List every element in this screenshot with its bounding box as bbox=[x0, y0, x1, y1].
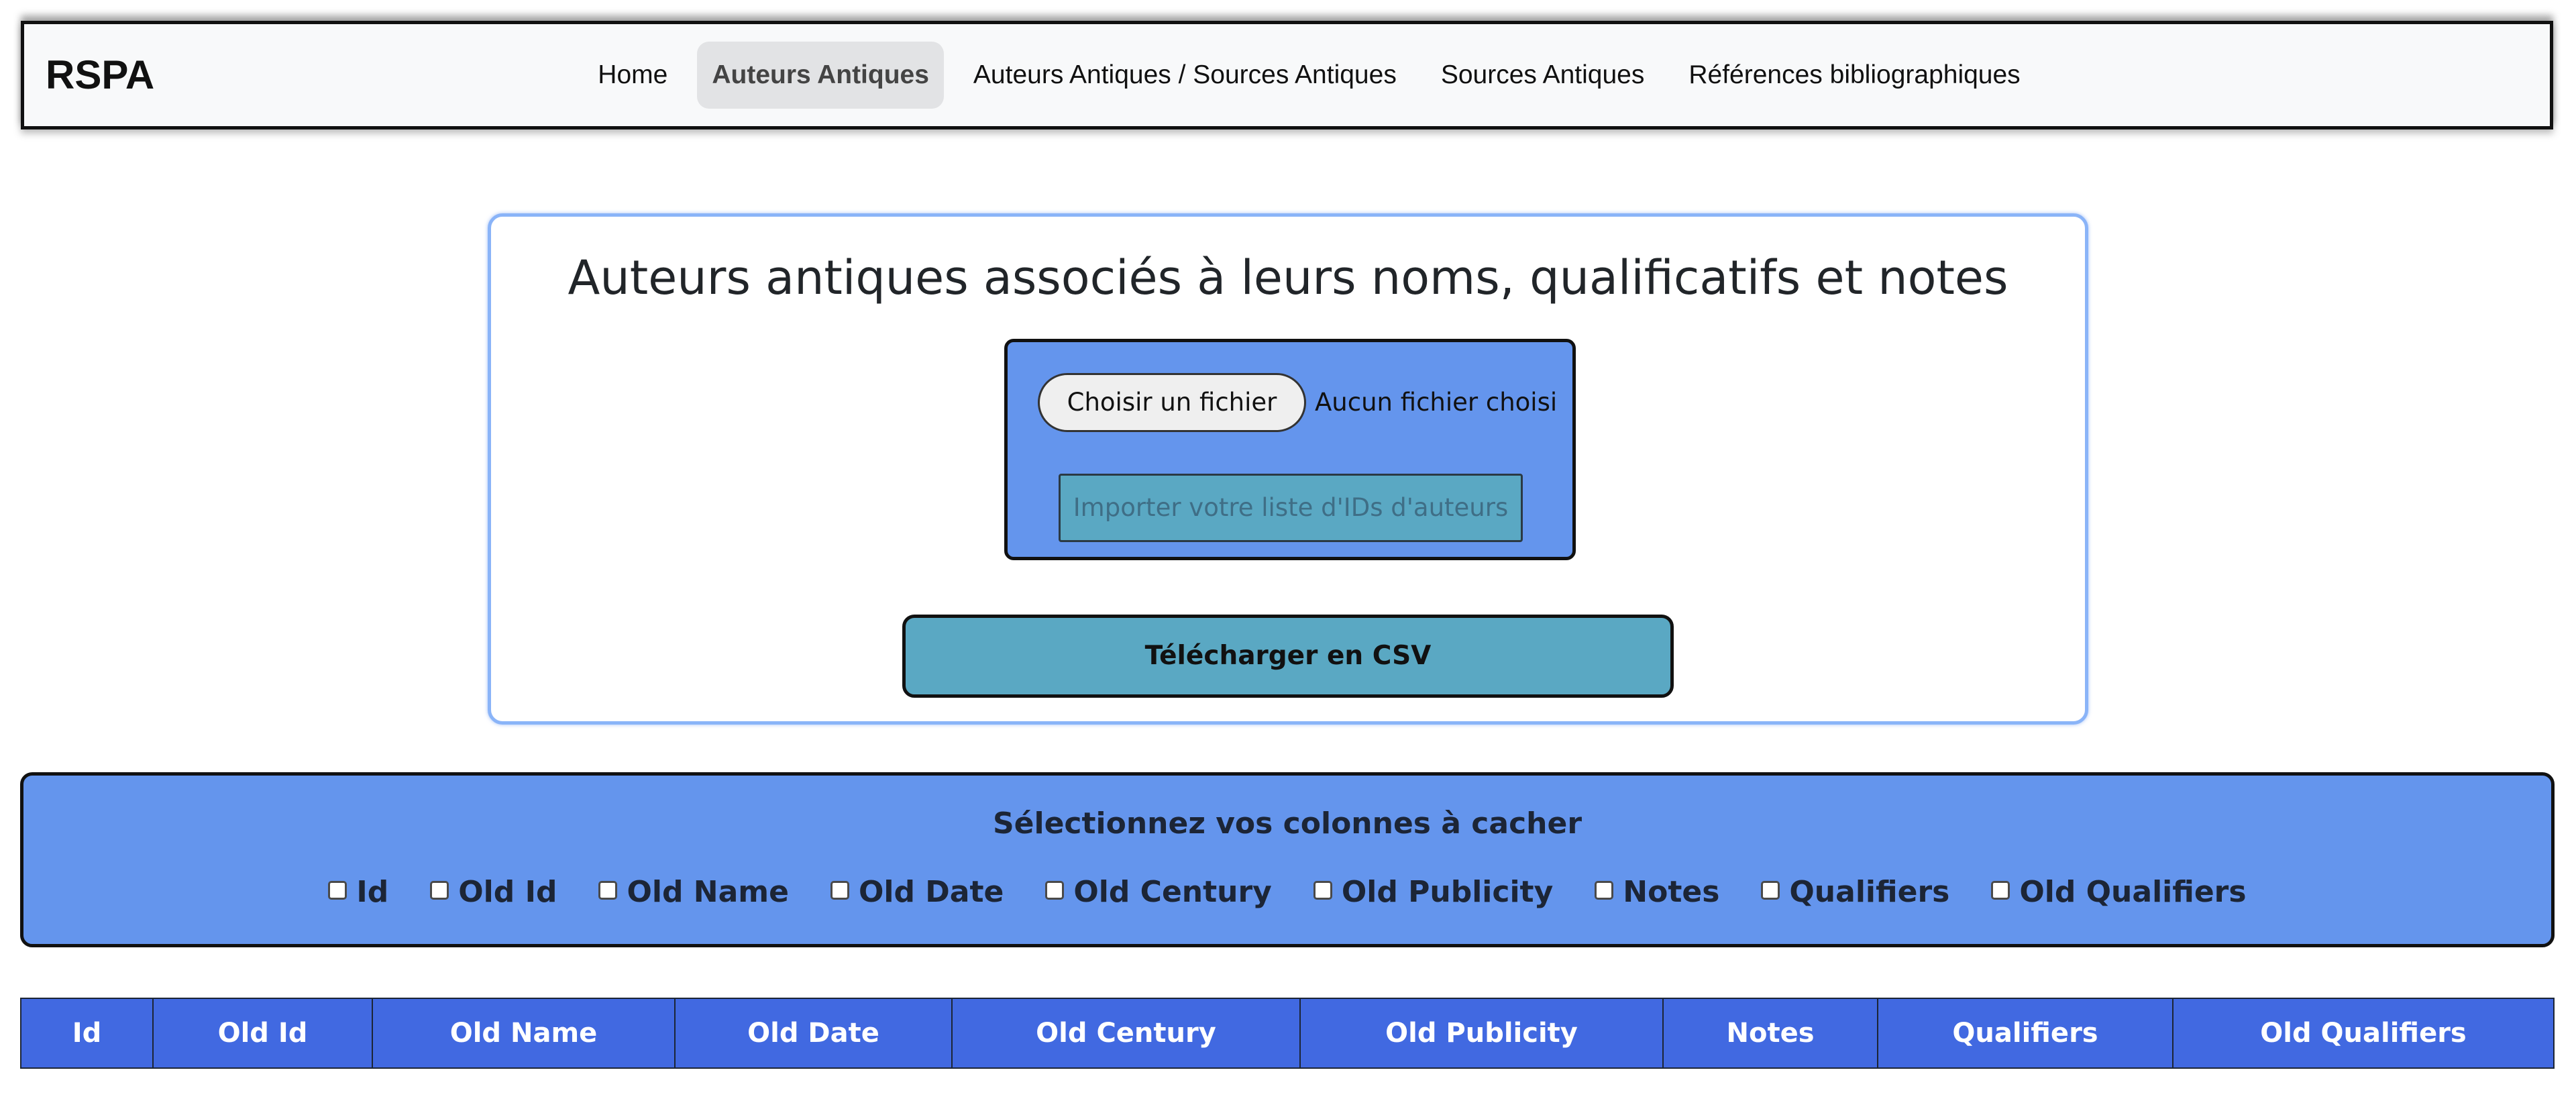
table-header-old-date[interactable]: Old Date bbox=[676, 999, 953, 1067]
nav-item-auteurs-sources-antiques[interactable]: Auteurs Antiques / Sources Antiques bbox=[959, 42, 1411, 109]
column-option-qualifiers[interactable]: Qualifiers bbox=[1761, 875, 1949, 909]
table-header-old-publicity[interactable]: Old Publicity bbox=[1301, 999, 1664, 1067]
column-checkbox-old-century[interactable] bbox=[1045, 880, 1065, 900]
file-import-box: Choisir un fichier Aucun fichier choisi … bbox=[1004, 339, 1576, 560]
column-option-label: Old Name bbox=[627, 875, 789, 909]
column-option-old-century[interactable]: Old Century bbox=[1045, 875, 1272, 909]
table-header-qualifiers[interactable]: Qualifiers bbox=[1878, 999, 2174, 1067]
table-header-old-qualifiers[interactable]: Old Qualifiers bbox=[2174, 999, 2553, 1067]
column-option-old-name[interactable]: Old Name bbox=[598, 875, 789, 909]
table-header-old-name[interactable]: Old Name bbox=[373, 999, 676, 1067]
table-header-old-century[interactable]: Old Century bbox=[953, 999, 1301, 1067]
nav-menu: Home Auteurs Antiques Auteurs Antiques /… bbox=[24, 24, 2550, 126]
column-options: Id Old Id Old Name Old Date Old Century … bbox=[23, 875, 2551, 909]
column-option-label: Qualifiers bbox=[1789, 875, 1950, 909]
column-option-label: Old Publicity bbox=[1341, 875, 1554, 909]
nav-item-references-bibliographiques[interactable]: Références bibliographiques bbox=[1674, 42, 2035, 109]
page-title: Auteurs antiques associés à leurs noms, … bbox=[568, 250, 2008, 305]
table-header-old-id[interactable]: Old Id bbox=[154, 999, 373, 1067]
column-selector-title: Sélectionnez vos colonnes à cacher bbox=[992, 806, 1582, 841]
column-option-id[interactable]: Id bbox=[328, 875, 388, 909]
top-navbar: RSPA Home Auteurs Antiques Auteurs Antiq… bbox=[21, 21, 2553, 129]
column-option-label: Old Id bbox=[458, 875, 557, 909]
nav-item-auteurs-antiques[interactable]: Auteurs Antiques bbox=[697, 42, 944, 109]
column-hide-selector: Sélectionnez vos colonnes à cacher Id Ol… bbox=[20, 772, 2555, 947]
column-checkbox-old-date[interactable] bbox=[830, 880, 849, 900]
download-csv-button[interactable]: Télécharger en CSV bbox=[902, 615, 1674, 698]
column-checkbox-qualifiers[interactable] bbox=[1761, 880, 1780, 900]
column-option-label: Old Qualifiers bbox=[2019, 875, 2247, 909]
import-author-ids-button[interactable]: Importer votre liste d'IDs d'auteurs bbox=[1059, 474, 1523, 542]
column-checkbox-old-qualifiers[interactable] bbox=[1991, 880, 2010, 900]
column-option-notes[interactable]: Notes bbox=[1595, 875, 1719, 909]
column-checkbox-notes[interactable] bbox=[1595, 880, 1614, 900]
column-checkbox-old-name[interactable] bbox=[598, 880, 618, 900]
authors-table-header: Id Old Id Old Name Old Date Old Century … bbox=[20, 998, 2555, 1069]
nav-item-sources-antiques[interactable]: Sources Antiques bbox=[1426, 42, 1660, 109]
column-option-label: Old Date bbox=[858, 875, 1004, 909]
table-header-id[interactable]: Id bbox=[21, 999, 154, 1067]
column-option-old-publicity[interactable]: Old Publicity bbox=[1313, 875, 1553, 909]
column-option-label: Id bbox=[356, 875, 389, 909]
column-option-label: Notes bbox=[1623, 875, 1720, 909]
column-checkbox-old-id[interactable] bbox=[430, 880, 449, 900]
column-checkbox-old-publicity[interactable] bbox=[1313, 880, 1332, 900]
column-option-label: Old Century bbox=[1073, 875, 1272, 909]
table-header-notes[interactable]: Notes bbox=[1664, 999, 1878, 1067]
column-option-old-date[interactable]: Old Date bbox=[830, 875, 1004, 909]
column-checkbox-id[interactable] bbox=[328, 880, 347, 900]
file-status-text: Aucun fichier choisi bbox=[1315, 388, 1558, 417]
import-card: Auteurs antiques associés à leurs noms, … bbox=[488, 213, 2088, 725]
nav-item-home[interactable]: Home bbox=[583, 42, 682, 109]
choose-file-button[interactable]: Choisir un fichier bbox=[1038, 373, 1306, 432]
column-option-old-id[interactable]: Old Id bbox=[430, 875, 557, 909]
column-option-old-qualifiers[interactable]: Old Qualifiers bbox=[1991, 875, 2247, 909]
